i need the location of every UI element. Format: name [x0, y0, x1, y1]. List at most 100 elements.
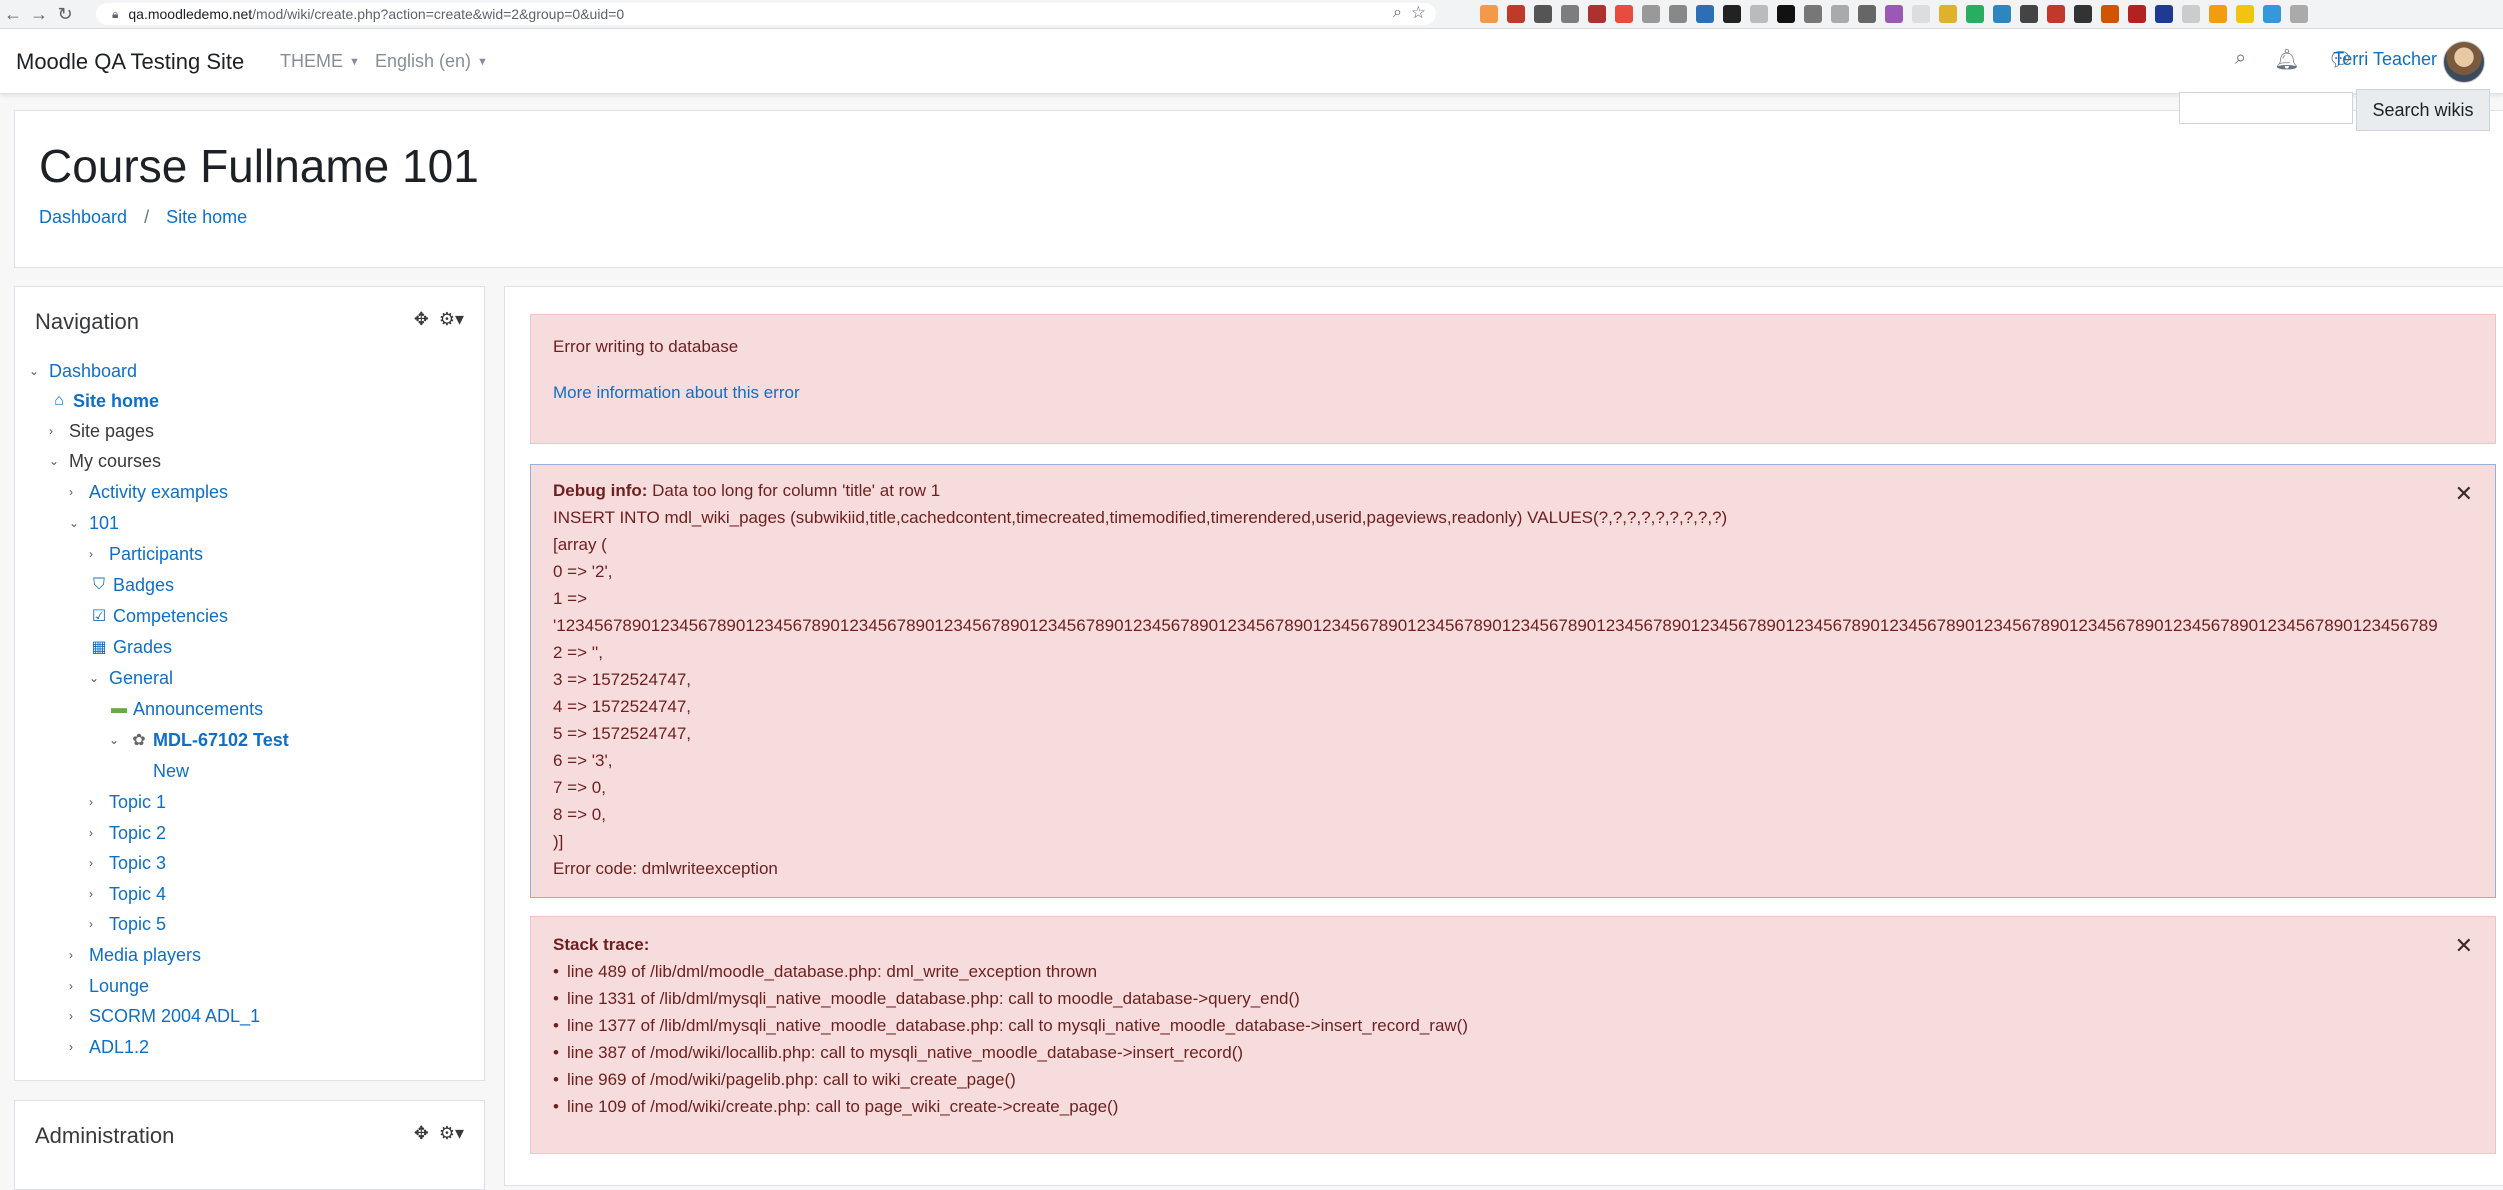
- breadcrumb-site-home[interactable]: Site home: [166, 207, 247, 227]
- nav-item-label[interactable]: Site pages: [69, 421, 154, 442]
- nav-item-topic-5[interactable]: › Topic 5: [89, 910, 166, 938]
- avatar[interactable]: [2443, 41, 2485, 83]
- nav-item-label[interactable]: 101: [89, 513, 119, 534]
- chevron-down-icon[interactable]: ⌄: [109, 733, 129, 747]
- reload-icon[interactable]: ↻: [52, 4, 78, 25]
- gear-icon[interactable]: ⚙▾: [439, 309, 464, 330]
- nav-item-label[interactable]: Lounge: [89, 976, 149, 997]
- extension-icon[interactable]: [2155, 5, 2173, 23]
- extension-icon[interactable]: [1669, 5, 1687, 23]
- chevron-right-icon[interactable]: ›: [69, 1009, 89, 1023]
- nav-item-topic-1[interactable]: › Topic 1: [89, 788, 166, 816]
- nav-item-activity-examples[interactable]: › Activity examples: [69, 478, 228, 506]
- chevron-right-icon[interactable]: ›: [69, 979, 89, 993]
- nav-item-badges[interactable]: ⛉ Badges: [89, 571, 174, 599]
- search-wikis-button[interactable]: Search wikis: [2356, 89, 2490, 131]
- chevron-down-icon[interactable]: ⌄: [29, 364, 49, 378]
- nav-item-competencies[interactable]: ☑ Competencies: [89, 602, 228, 630]
- nav-item-label[interactable]: Topic 3: [109, 853, 166, 874]
- extension-icon[interactable]: [1534, 5, 1552, 23]
- extension-icon[interactable]: [2128, 5, 2146, 23]
- bookmark-star-icon[interactable]: ☆: [1411, 3, 1426, 23]
- nav-item-label[interactable]: Site home: [73, 391, 159, 412]
- nav-item-site-pages[interactable]: › Site pages: [49, 417, 154, 445]
- user-menu-name[interactable]: Terri Teacher: [2333, 49, 2437, 70]
- extension-icon[interactable]: [1615, 5, 1633, 23]
- nav-item-label[interactable]: Badges: [113, 575, 174, 596]
- nav-item-label[interactable]: Competencies: [113, 606, 228, 627]
- extension-icon[interactable]: [1858, 5, 1876, 23]
- nav-item-label[interactable]: SCORM 2004 ADL_1: [89, 1006, 260, 1027]
- language-menu[interactable]: English (en) ▼: [375, 51, 488, 72]
- chevron-right-icon[interactable]: ›: [49, 424, 69, 438]
- extension-icon[interactable]: [1885, 5, 1903, 23]
- chevron-right-icon[interactable]: ›: [89, 547, 109, 561]
- nav-item-dashboard[interactable]: ⌄ Dashboard: [29, 357, 137, 385]
- extension-icon[interactable]: [2290, 5, 2308, 23]
- gear-icon[interactable]: ⚙▾: [439, 1123, 464, 1144]
- extension-icon[interactable]: [1561, 5, 1579, 23]
- extension-icon[interactable]: [2209, 5, 2227, 23]
- chevron-right-icon[interactable]: ›: [89, 795, 109, 809]
- notifications-bell-icon[interactable]: 🔔︎: [2274, 47, 2299, 72]
- nav-item-label[interactable]: Topic 5: [109, 914, 166, 935]
- back-icon[interactable]: ←: [0, 4, 26, 25]
- extension-icon[interactable]: [2074, 5, 2092, 23]
- forward-icon[interactable]: →: [26, 4, 52, 25]
- theme-menu[interactable]: THEME ▼: [280, 51, 360, 72]
- nav-item-general[interactable]: ⌄ General: [89, 664, 173, 692]
- extension-icon[interactable]: [2236, 5, 2254, 23]
- nav-item-label[interactable]: Participants: [109, 544, 203, 565]
- chevron-down-icon[interactable]: ⌄: [69, 516, 89, 530]
- breadcrumb-dashboard[interactable]: Dashboard: [39, 207, 127, 227]
- move-icon[interactable]: ✥: [414, 309, 429, 330]
- extension-icon[interactable]: [1993, 5, 2011, 23]
- extension-icon[interactable]: [2020, 5, 2038, 23]
- nav-item-course-101[interactable]: ⌄ 101: [69, 509, 119, 537]
- extension-icon[interactable]: [1966, 5, 1984, 23]
- extension-icon[interactable]: [2182, 5, 2200, 23]
- nav-item-label[interactable]: ADL1.2: [89, 1037, 149, 1058]
- extension-icon[interactable]: [1912, 5, 1930, 23]
- nav-item-scorm-2004[interactable]: › SCORM 2004 ADL_1: [69, 1002, 260, 1030]
- extension-icon[interactable]: [1696, 5, 1714, 23]
- extension-icon[interactable]: [1831, 5, 1849, 23]
- nav-item-announcements[interactable]: ▬ Announcements: [109, 695, 263, 723]
- extension-icon[interactable]: [1642, 5, 1660, 23]
- chevron-right-icon[interactable]: ›: [89, 856, 109, 870]
- chevron-down-icon[interactable]: ⌄: [49, 454, 69, 468]
- search-wikis-input[interactable]: [2179, 92, 2353, 124]
- chevron-right-icon[interactable]: ›: [89, 887, 109, 901]
- nav-item-label[interactable]: My courses: [69, 451, 161, 472]
- nav-item-label[interactable]: Announcements: [133, 699, 263, 720]
- nav-item-media-players[interactable]: › Media players: [69, 941, 201, 969]
- extension-icon[interactable]: [1480, 5, 1498, 23]
- nav-item-label[interactable]: Media players: [89, 945, 201, 966]
- chevron-down-icon[interactable]: ⌄: [89, 671, 109, 685]
- nav-item-label[interactable]: Topic 1: [109, 792, 166, 813]
- nav-item-mdl-67102-test[interactable]: ⌄ ✿ MDL-67102 Test: [109, 726, 289, 754]
- chevron-right-icon[interactable]: ›: [69, 485, 89, 499]
- extension-icon[interactable]: [2047, 5, 2065, 23]
- nav-item-topic-2[interactable]: › Topic 2: [89, 819, 166, 847]
- address-bar[interactable]: 🔒︎ qa.moodledemo.net /mod/wiki/create.ph…: [96, 3, 1436, 25]
- chevron-right-icon[interactable]: ›: [89, 917, 109, 931]
- extension-icon[interactable]: [1939, 5, 1957, 23]
- chevron-right-icon[interactable]: ›: [89, 826, 109, 840]
- nav-item-my-courses[interactable]: ⌄ My courses: [49, 447, 161, 475]
- nav-item-new[interactable]: New: [153, 757, 189, 785]
- extension-icon[interactable]: [1507, 5, 1525, 23]
- nav-item-grades[interactable]: ▦ Grades: [89, 633, 172, 661]
- extension-icon[interactable]: [2263, 5, 2281, 23]
- nav-item-label[interactable]: MDL-67102 Test: [153, 730, 289, 751]
- extension-icon[interactable]: [2101, 5, 2119, 23]
- nav-item-participants[interactable]: › Participants: [89, 540, 203, 568]
- nav-item-lounge[interactable]: › Lounge: [69, 972, 149, 1000]
- nav-item-site-home[interactable]: ⌂ Site home: [49, 387, 159, 415]
- nav-item-label[interactable]: Grades: [113, 637, 172, 658]
- close-icon[interactable]: ✕: [2455, 933, 2473, 959]
- nav-item-topic-4[interactable]: › Topic 4: [89, 880, 166, 908]
- extension-icon[interactable]: [1750, 5, 1768, 23]
- move-icon[interactable]: ✥: [414, 1123, 429, 1144]
- more-info-link[interactable]: More information about this error: [553, 383, 800, 403]
